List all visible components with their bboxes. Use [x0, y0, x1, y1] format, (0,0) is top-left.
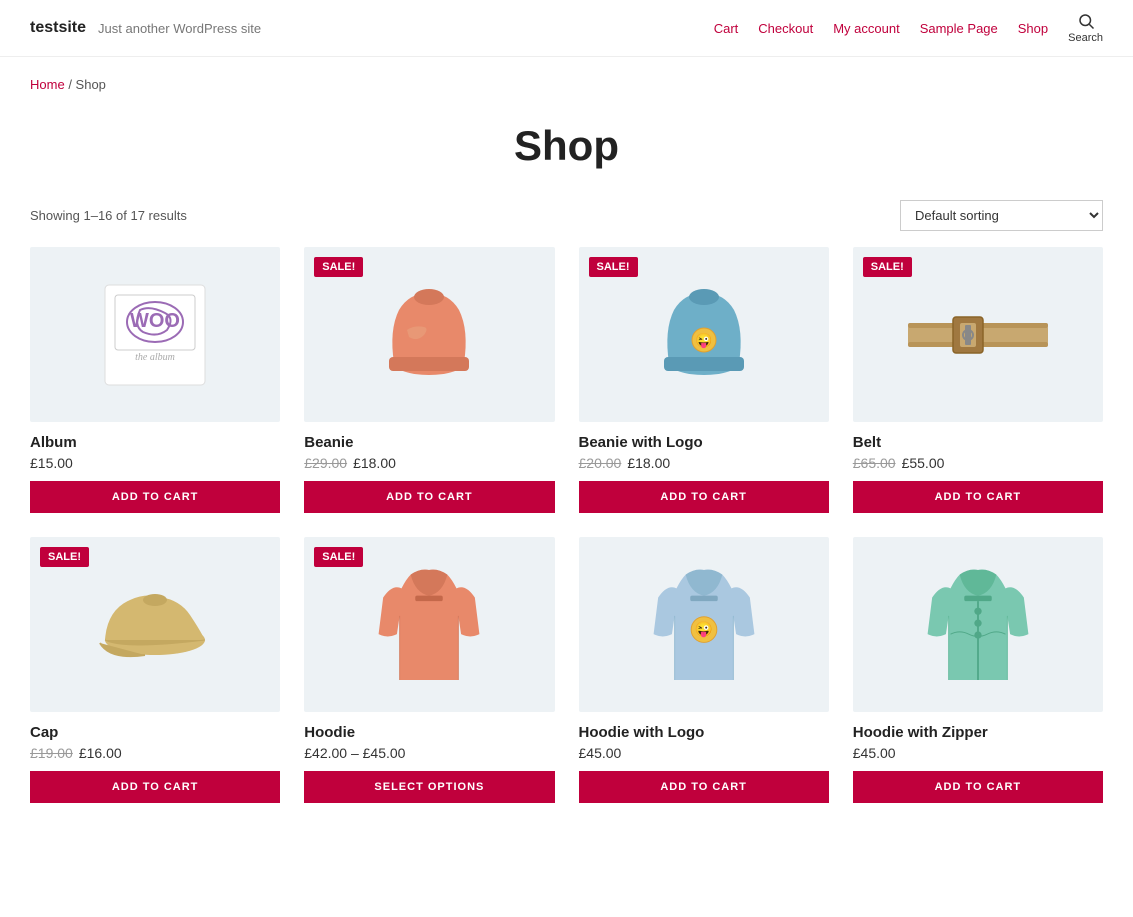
- product-image-wrap: SALE!: [304, 247, 554, 422]
- add-to-cart-button[interactable]: ADD TO CART: [579, 481, 829, 513]
- product-card-hoodie: SALE! Hoodie £42.00 – £45.00 SELECT OPTI…: [304, 537, 554, 803]
- product-name: Belt: [853, 434, 1103, 451]
- product-image-wrap: SALE!: [304, 537, 554, 712]
- svg-text:😜: 😜: [695, 332, 712, 349]
- price-single: £15.00: [30, 455, 73, 471]
- site-tagline: Just another WordPress site: [98, 21, 261, 36]
- add-to-cart-button[interactable]: ADD TO CART: [304, 481, 554, 513]
- site-title: testsite: [30, 19, 86, 37]
- price-original: £20.00: [579, 455, 622, 471]
- header-left: testsite Just another WordPress site: [30, 19, 261, 37]
- product-name: Hoodie with Zipper: [853, 724, 1103, 741]
- price-single: £45.00: [579, 745, 622, 761]
- sale-badge: SALE!: [863, 257, 912, 277]
- price-sale: £55.00: [902, 455, 945, 471]
- sort-select[interactable]: Default sorting Sort by popularity Sort …: [900, 200, 1103, 231]
- product-card-hoodie-with-zipper: Hoodie with Zipper £45.00 ADD TO CART: [853, 537, 1103, 803]
- price-sale: £16.00: [79, 745, 122, 761]
- product-image-wrap: SALE!: [30, 537, 280, 712]
- select-options-button[interactable]: SELECT OPTIONS: [304, 771, 554, 803]
- product-price: £29.00 £18.00: [304, 455, 554, 471]
- nav-shop[interactable]: Shop: [1018, 21, 1048, 36]
- nav-checkout[interactable]: Checkout: [758, 21, 813, 36]
- product-price: £19.00 £16.00: [30, 745, 280, 761]
- svg-text:😜: 😜: [695, 621, 713, 638]
- product-name: Beanie with Logo: [579, 434, 829, 451]
- breadcrumb-current: Shop: [76, 77, 106, 92]
- add-to-cart-button[interactable]: ADD TO CART: [853, 771, 1103, 803]
- price-range: £42.00 – £45.00: [304, 745, 405, 761]
- product-price: £15.00: [30, 455, 280, 471]
- page-title: Shop: [0, 102, 1133, 200]
- svg-text:WOO: WOO: [130, 310, 180, 332]
- search-label: Search: [1068, 32, 1103, 44]
- search-icon: [1077, 12, 1095, 30]
- price-original: £29.00: [304, 455, 347, 471]
- product-name: Hoodie: [304, 724, 554, 741]
- search-button[interactable]: Search: [1068, 12, 1103, 44]
- product-image: 😜: [579, 537, 829, 712]
- product-name: Beanie: [304, 434, 554, 451]
- price-sale: £18.00: [353, 455, 396, 471]
- add-to-cart-button[interactable]: ADD TO CART: [30, 481, 280, 513]
- product-grid: WOO the album Album £15.00 ADD TO CART S…: [0, 247, 1133, 843]
- price-single: £45.00: [853, 745, 896, 761]
- product-card-beanie: SALE! Beanie £29.00 £18.00 ADD TO CART: [304, 247, 554, 513]
- add-to-cart-button[interactable]: ADD TO CART: [579, 771, 829, 803]
- price-original: £65.00: [853, 455, 896, 471]
- price-original: £19.00: [30, 745, 73, 761]
- breadcrumb-separator: /: [68, 77, 75, 92]
- price-sale: £18.00: [627, 455, 670, 471]
- product-price: £45.00: [853, 745, 1103, 761]
- add-to-cart-button[interactable]: ADD TO CART: [853, 481, 1103, 513]
- sale-badge: SALE!: [314, 547, 363, 567]
- product-card-belt: SALE! Belt £65.00 £55.00 ADD TO CART: [853, 247, 1103, 513]
- product-image: [853, 537, 1103, 712]
- breadcrumb: Home / Shop: [0, 57, 1133, 102]
- product-price: £45.00: [579, 745, 829, 761]
- main-nav: Cart Checkout My account Sample Page Sho…: [714, 12, 1103, 44]
- product-price: £65.00 £55.00: [853, 455, 1103, 471]
- product-card-cap: SALE! Cap £19.00 £16.00 ADD TO CART: [30, 537, 280, 803]
- product-price: £42.00 – £45.00: [304, 745, 554, 761]
- product-name: Album: [30, 434, 280, 451]
- product-name: Hoodie with Logo: [579, 724, 829, 741]
- product-image-wrap: WOO the album: [30, 247, 280, 422]
- sale-badge: SALE!: [589, 257, 638, 277]
- add-to-cart-button[interactable]: ADD TO CART: [30, 771, 280, 803]
- site-header: testsite Just another WordPress site Car…: [0, 0, 1133, 57]
- product-card-album: WOO the album Album £15.00 ADD TO CART: [30, 247, 280, 513]
- product-image-wrap: [853, 537, 1103, 712]
- nav-my-account[interactable]: My account: [833, 21, 899, 36]
- nav-cart[interactable]: Cart: [714, 21, 739, 36]
- shop-toolbar: Showing 1–16 of 17 results Default sorti…: [0, 200, 1133, 247]
- sale-badge: SALE!: [40, 547, 89, 567]
- product-name: Cap: [30, 724, 280, 741]
- product-card-hoodie-with-logo: 😜 Hoodie with Logo £45.00 ADD TO CART: [579, 537, 829, 803]
- product-price: £20.00 £18.00: [579, 455, 829, 471]
- svg-text:the album: the album: [135, 352, 175, 363]
- product-image: WOO the album: [30, 247, 280, 422]
- breadcrumb-home[interactable]: Home: [30, 77, 65, 92]
- product-image-wrap: SALE! 😜: [579, 247, 829, 422]
- nav-sample-page[interactable]: Sample Page: [920, 21, 998, 36]
- product-image-wrap: 😜: [579, 537, 829, 712]
- product-card-beanie-with-logo: SALE! 😜 Beanie with Logo £20.00 £18.00 AD…: [579, 247, 829, 513]
- sale-badge: SALE!: [314, 257, 363, 277]
- product-image-wrap: SALE!: [853, 247, 1103, 422]
- results-count: Showing 1–16 of 17 results: [30, 208, 187, 223]
